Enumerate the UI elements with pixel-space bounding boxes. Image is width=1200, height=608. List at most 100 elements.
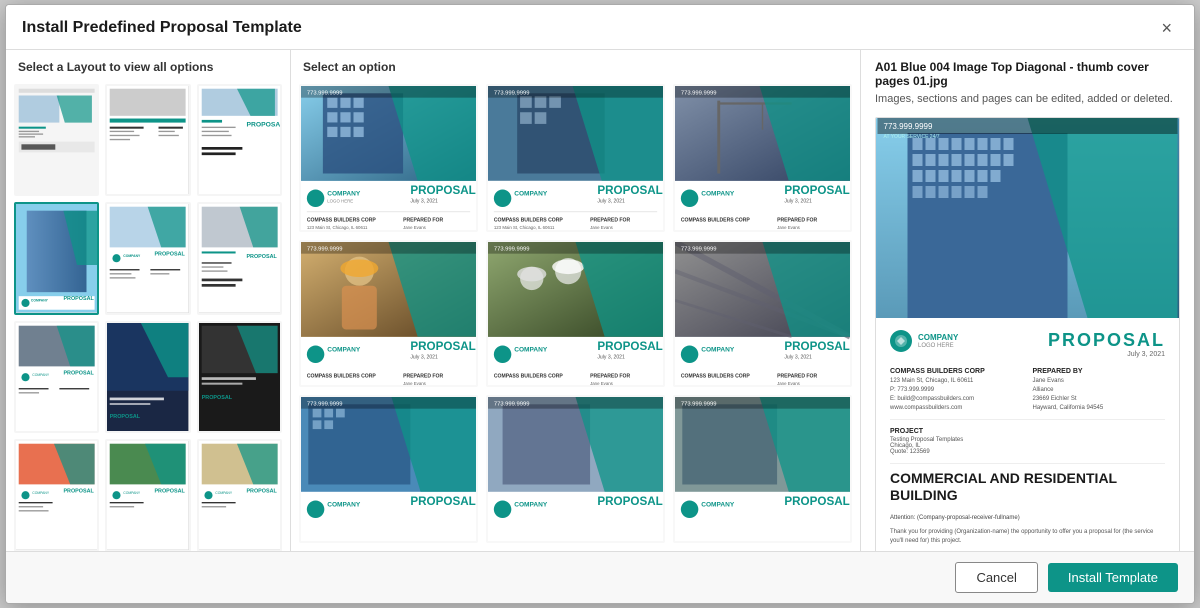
svg-text:AT YOUR SERVICE 24/7: AT YOUR SERVICE 24/7 <box>884 134 940 140</box>
svg-text:PROPOSAL: PROPOSAL <box>246 255 277 261</box>
preview-heading: COMMERCIAL AND RESIDENTIAL BUILDING <box>890 463 1165 504</box>
layout-scroll-area[interactable]: PROPOSAL <box>6 80 290 551</box>
svg-text:PROPOSAL: PROPOSAL <box>63 297 94 303</box>
layout-thumb-img-10: COMPANY PROPOSAL <box>16 441 97 549</box>
preview-compass-web: www.compassbuilders.com <box>890 404 1023 413</box>
svg-text:773.999.9999: 773.999.9999 <box>681 402 717 408</box>
option-card-3[interactable]: 773.999.9999 COMPANY PROPOSAL July 3, 20… <box>673 84 852 232</box>
layout-thumb-img-9: PROPOSAL <box>199 323 280 431</box>
svg-text:773.999.9999: 773.999.9999 <box>494 402 530 408</box>
install-template-button[interactable]: Install Template <box>1048 563 1178 592</box>
preview-compass-email: E: build@compassbuilders.com <box>890 395 1023 404</box>
svg-text:PROPOSAL: PROPOSAL <box>63 489 94 495</box>
layout-thumb-7[interactable]: COMPANY PROPOSAL <box>14 321 99 433</box>
svg-text:COMPANY: COMPANY <box>514 346 548 353</box>
svg-text:COMPANY: COMPANY <box>215 491 233 495</box>
preview-project-label: PROJECT <box>890 428 1165 435</box>
svg-text:COMPANY: COMPANY <box>701 502 735 509</box>
svg-text:COMPANY: COMPANY <box>701 190 735 197</box>
svg-text:773.999.9999: 773.999.9999 <box>307 402 343 408</box>
cancel-button[interactable]: Cancel <box>955 562 1037 593</box>
svg-text:PROPOSAL: PROPOSAL <box>597 495 662 508</box>
preview-company-name: COMPANY <box>918 334 958 343</box>
layout-thumb-9[interactable]: PROPOSAL <box>197 321 282 433</box>
svg-text:LOGO HERE: LOGO HERE <box>327 199 353 204</box>
layout-thumb-5[interactable]: COMPANY PROPOSAL <box>105 202 190 314</box>
svg-text:773.999.9999: 773.999.9999 <box>681 91 717 97</box>
svg-text:PROPOSAL: PROPOSAL <box>597 184 662 197</box>
svg-text:Jane Evans: Jane Evans <box>590 225 614 230</box>
option-thumb-1: 773.999.9999 COMPANY LOGO HERE PROPOSAL … <box>301 86 476 232</box>
option-thumb-3: 773.999.9999 COMPANY PROPOSAL July 3, 20… <box>675 86 850 232</box>
dialog-header: Install Predefined Proposal Template × <box>6 5 1194 50</box>
option-card-2[interactable]: 773.999.9999 COMPANY PROPOSAL July 3, 20… <box>486 84 665 232</box>
preview-prepared-by-label: PREPARED BY <box>1033 368 1166 375</box>
preview-client-label: Alliance <box>1033 386 1166 395</box>
svg-text:PROPOSAL: PROPOSAL <box>246 122 280 129</box>
close-button[interactable]: × <box>1155 17 1178 39</box>
left-panel-header: Select a Layout to view all options <box>6 50 290 80</box>
option-card-6[interactable]: 773.999.9999 COMPANY PROPOSAL July 3, 20… <box>673 240 852 388</box>
svg-text:COMPANY: COMPANY <box>327 346 361 353</box>
layout-grid: PROPOSAL <box>14 84 282 551</box>
layout-thumb-6[interactable]: PROPOSAL <box>197 202 282 314</box>
svg-text:PROPOSAL: PROPOSAL <box>63 370 94 376</box>
option-thumb-2: 773.999.9999 COMPANY PROPOSAL July 3, 20… <box>488 86 663 232</box>
svg-text:PROPOSAL: PROPOSAL <box>201 395 232 401</box>
layout-thumb-1[interactable] <box>14 84 99 196</box>
layout-thumb-img-1 <box>16 86 97 194</box>
layout-thumb-11[interactable]: COMPANY PROPOSAL <box>105 439 190 551</box>
option-card-5[interactable]: 773.999.9999 COMPANY PROPOSAL July 3, 20… <box>486 240 665 388</box>
layout-thumb-10[interactable]: COMPANY PROPOSAL <box>14 439 99 551</box>
svg-text:123 Main St, Chicago, IL 60611: 123 Main St, Chicago, IL 60611 <box>494 225 555 230</box>
middle-panel: Select an option <box>291 50 861 551</box>
svg-text:Jane Evans: Jane Evans <box>403 225 427 230</box>
option-card-7[interactable]: 773.999.9999 COMPANY PROPOSAL COMMERCIAL… <box>299 395 478 543</box>
layout-thumb-img-3: PROPOSAL <box>199 86 280 194</box>
svg-text:COMPANY: COMPANY <box>327 502 361 509</box>
svg-text:PROPOSAL: PROPOSAL <box>597 340 662 353</box>
svg-text:PROPOSAL: PROPOSAL <box>246 489 277 495</box>
layout-thumb-4[interactable]: COMPANY PROPOSAL <box>14 202 99 314</box>
svg-text:COMPANY: COMPANY <box>514 502 548 509</box>
svg-text:773.999.9999: 773.999.9999 <box>494 246 530 252</box>
layout-thumb-img-11: COMPANY PROPOSAL <box>107 441 188 549</box>
options-grid: 773.999.9999 COMPANY LOGO HERE PROPOSAL … <box>291 80 860 551</box>
layout-thumb-8[interactable]: PROPOSAL <box>105 321 190 433</box>
svg-text:COMPASS BUILDERS CORP: COMPASS BUILDERS CORP <box>494 218 564 224</box>
svg-text:COMPANY: COMPANY <box>31 299 49 303</box>
svg-text:PROPOSAL: PROPOSAL <box>410 184 475 197</box>
svg-text:PROPOSAL: PROPOSAL <box>410 495 475 508</box>
left-panel: Select a Layout to view all options <box>6 50 291 551</box>
svg-text:COMPANY: COMPANY <box>124 491 142 495</box>
layout-thumb-12[interactable]: COMPANY PROPOSAL <box>197 439 282 551</box>
option-card-9[interactable]: 773.999.9999 COMPANY PROPOSAL COMMERCIAL… <box>673 395 852 543</box>
layout-thumb-3[interactable]: PROPOSAL <box>197 84 282 196</box>
preview-client-address: 23669 Eichler St <box>1033 395 1166 404</box>
layout-thumb-2[interactable] <box>105 84 190 196</box>
svg-text:PREPARED FOR: PREPARED FOR <box>777 373 817 379</box>
preview-title: A01 Blue 004 Image Top Diagonal - thumb … <box>875 60 1180 88</box>
preview-body-text-1: Thank you for providing (Organization-na… <box>890 528 1165 547</box>
svg-text:PROPOSAL: PROPOSAL <box>155 489 186 495</box>
option-thumb-4: 773.999.9999 COMPANY PROPOSAL July 3, 20… <box>301 242 476 388</box>
right-panel: A01 Blue 004 Image Top Diagonal - thumb … <box>861 50 1194 551</box>
preview-prepared-by-name: Jane Evans <box>1033 377 1166 386</box>
svg-text:July 3, 2021: July 3, 2021 <box>410 199 438 205</box>
preview-project-quote: Quote: 123569 <box>890 449 1165 455</box>
option-card-8[interactable]: 773.999.9999 COMPANY PROPOSAL COMMERCIAL… <box>486 395 665 543</box>
preview-scroll-area[interactable]: 773.999.9999 AT YOUR SERVICE 24/7 <box>861 113 1194 551</box>
svg-text:PREPARED FOR: PREPARED FOR <box>590 373 630 379</box>
preview-compass-name: COMPASS BUILDERS CORP <box>890 368 1023 375</box>
preview-header: A01 Blue 004 Image Top Diagonal - thumb … <box>861 50 1194 113</box>
svg-text:COMPANY: COMPANY <box>32 373 50 377</box>
dialog-title: Install Predefined Proposal Template <box>22 19 302 37</box>
dialog-footer: Cancel Install Template <box>6 551 1194 603</box>
middle-panel-header: Select an option <box>291 50 860 80</box>
dialog-body: Select a Layout to view all options <box>6 50 1194 551</box>
option-card-4[interactable]: 773.999.9999 COMPANY PROPOSAL July 3, 20… <box>299 240 478 388</box>
option-card-1[interactable]: 773.999.9999 COMPANY LOGO HERE PROPOSAL … <box>299 84 478 232</box>
svg-text:COMPASS BUILDERS CORP: COMPASS BUILDERS CORP <box>681 373 751 379</box>
svg-text:Jane Evans: Jane Evans <box>590 381 614 386</box>
preview-compass-phone: P: 773.999.9999 <box>890 386 1023 395</box>
